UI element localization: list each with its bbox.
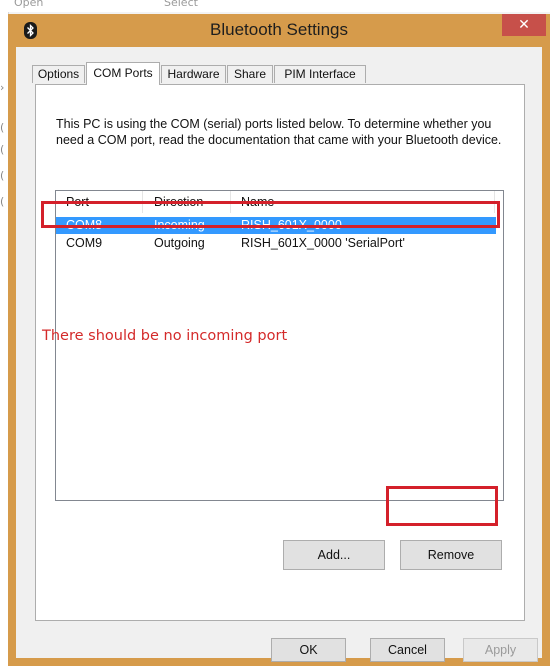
row-port: COM9: [66, 236, 103, 250]
background-toolbar: Open Select: [0, 0, 550, 12]
apply-button[interactable]: Apply: [463, 638, 538, 662]
com-ports-panel: This PC is using the COM (serial) ports …: [35, 84, 525, 621]
close-button[interactable]: ✕: [502, 14, 546, 36]
background-label-open: Open: [14, 0, 44, 9]
add-button[interactable]: Add...: [283, 540, 385, 570]
table-row[interactable]: COM8 Incoming RISH_601X_0000: [56, 217, 496, 234]
background-glyph: (: [0, 195, 5, 208]
column-divider[interactable]: [494, 191, 495, 213]
annotation-note: There should be no incoming port: [42, 328, 288, 344]
row-direction: Outgoing: [154, 236, 205, 250]
row-port: COM8: [66, 218, 103, 232]
column-header-name[interactable]: Name: [241, 195, 274, 209]
background-label-select: Select: [164, 0, 198, 9]
ports-description: This PC is using the COM (serial) ports …: [56, 117, 502, 147]
remove-button[interactable]: Remove: [400, 540, 502, 570]
title-bar[interactable]: Bluetooth Settings ✕: [8, 14, 550, 47]
row-name: RISH_601X_0000: [241, 218, 342, 232]
column-divider[interactable]: [142, 191, 143, 213]
tab-share[interactable]: Share: [227, 65, 273, 83]
tab-options[interactable]: Options: [32, 65, 85, 83]
background-glyph: (: [0, 143, 5, 156]
list-header: Port Direction Name: [56, 191, 503, 213]
cancel-button[interactable]: Cancel: [370, 638, 445, 662]
row-direction: Incoming: [154, 218, 205, 232]
tab-com-ports[interactable]: COM Ports: [86, 62, 160, 85]
background-glyph: (: [0, 121, 5, 134]
table-row[interactable]: COM9 Outgoing RISH_601X_0000 'SerialPort…: [56, 235, 496, 252]
window-title: Bluetooth Settings: [210, 20, 348, 39]
tab-hardware[interactable]: Hardware: [161, 65, 226, 83]
column-divider[interactable]: [230, 191, 231, 213]
column-header-direction[interactable]: Direction: [154, 195, 203, 209]
com-ports-list[interactable]: Port Direction Name COM8 Incoming RISH_6…: [55, 190, 504, 501]
column-header-port[interactable]: Port: [66, 195, 89, 209]
dialog-client-area: Options COM Ports Hardware Share PIM Int…: [16, 47, 542, 662]
row-name: RISH_601X_0000 'SerialPort': [241, 236, 405, 250]
tab-pim-interface[interactable]: PIM Interface: [274, 65, 366, 83]
background-glyph: (: [0, 169, 5, 182]
ok-button[interactable]: OK: [271, 638, 346, 662]
background-glyph: ›: [0, 81, 5, 94]
